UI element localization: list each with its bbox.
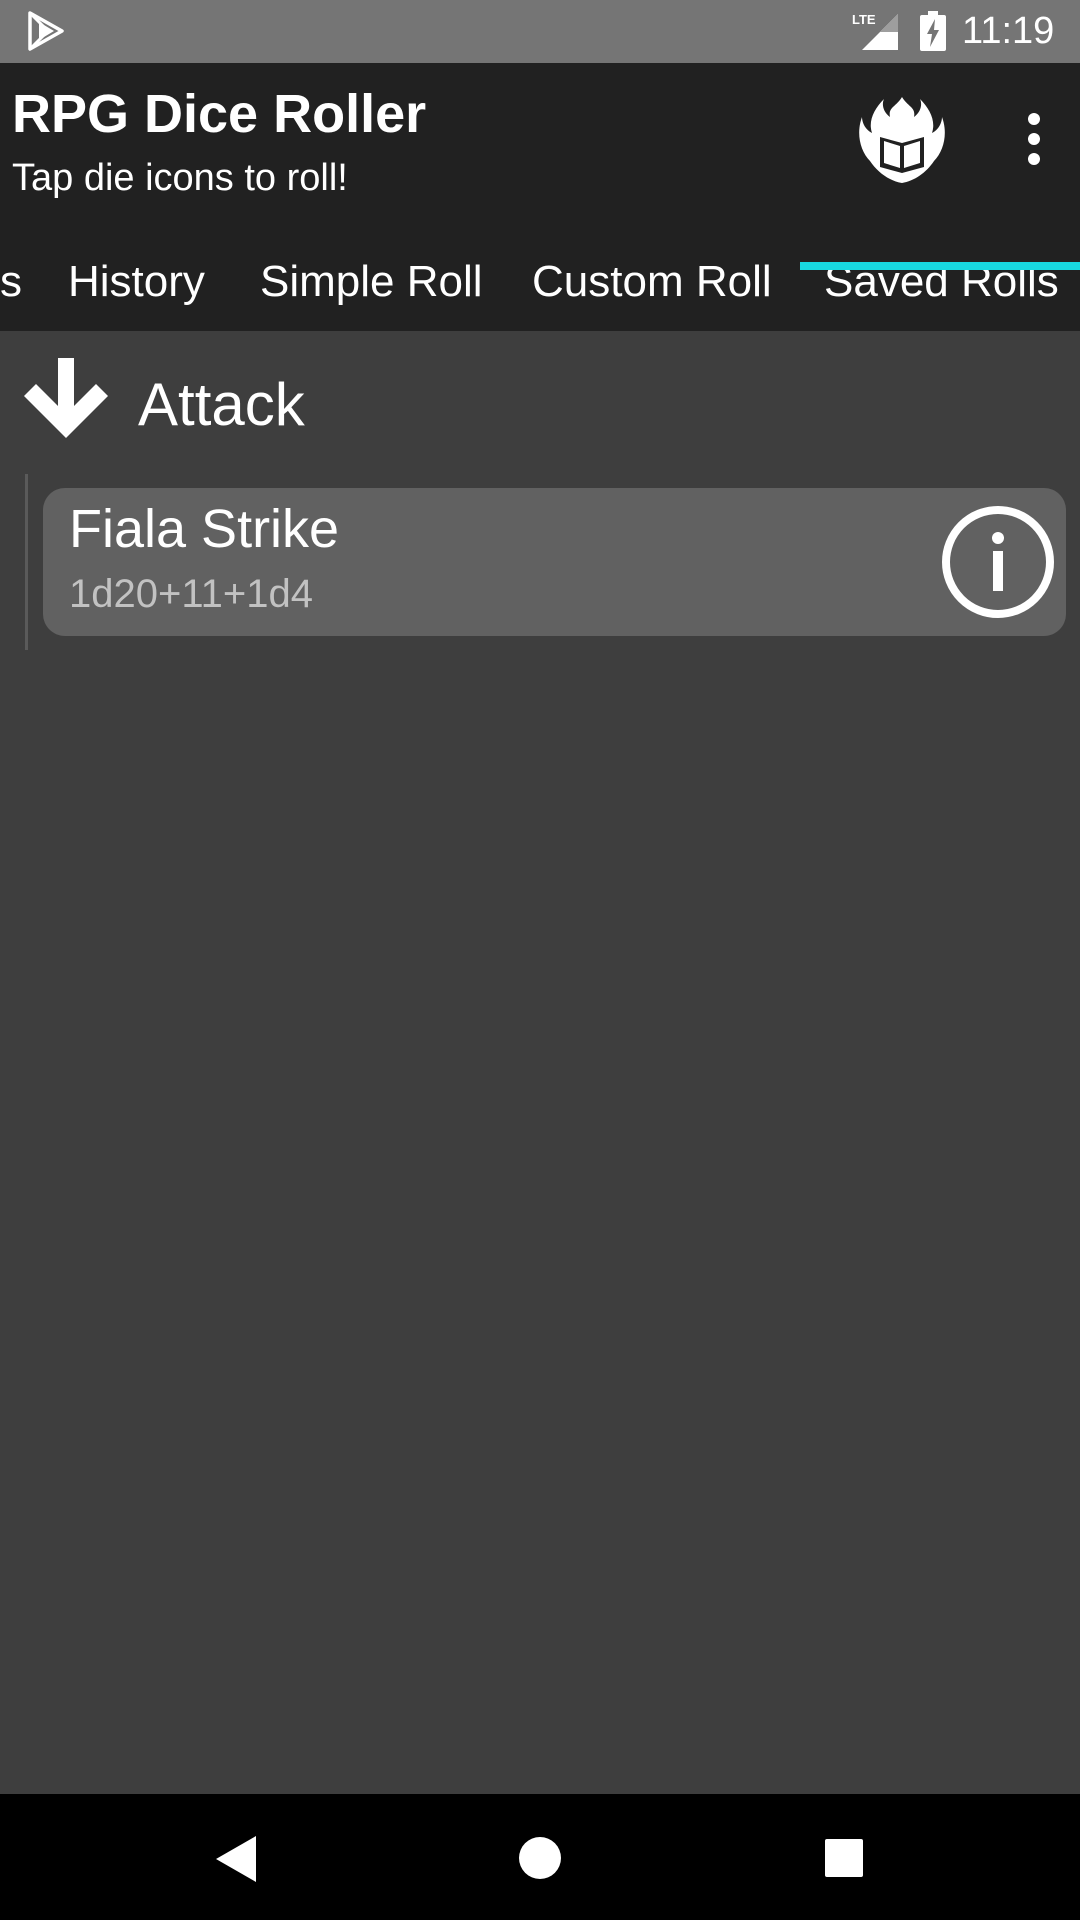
home-icon[interactable] xyxy=(518,1836,562,1880)
tab-partial[interactable]: s xyxy=(0,233,22,331)
tab-history[interactable]: History xyxy=(68,233,205,331)
arrow-down-icon[interactable] xyxy=(20,356,112,448)
status-bar: LTE 11:19 xyxy=(0,0,1080,63)
info-icon[interactable] xyxy=(940,504,1056,620)
battery-charging-icon xyxy=(920,11,946,51)
tab-bar: s History Simple Roll Custom Roll Saved … xyxy=(0,233,1080,331)
system-nav-bar xyxy=(0,1794,1080,1920)
play-store-icon xyxy=(28,11,64,51)
tab-selected-indicator xyxy=(800,262,1080,270)
app-bar: RPG Dice Roller Tap die icons to roll! s… xyxy=(0,63,1080,331)
back-icon[interactable] xyxy=(212,1834,258,1884)
tab-simple-roll[interactable]: Simple Roll xyxy=(260,233,483,331)
group-header-attack[interactable]: Attack xyxy=(0,350,1080,460)
lte-signal-icon: LTE xyxy=(852,12,898,50)
svg-text:LTE: LTE xyxy=(852,12,876,27)
flaming-book-logo-icon[interactable] xyxy=(856,93,948,185)
saved-roll-formula: 1d20+11+1d4 xyxy=(69,572,313,616)
overflow-menu-icon[interactable] xyxy=(1012,111,1056,167)
tab-custom-roll[interactable]: Custom Roll xyxy=(532,233,772,331)
saved-roll-name: Fiala Strike xyxy=(69,499,340,559)
recents-icon[interactable] xyxy=(824,1838,864,1878)
tab-saved-rolls[interactable]: Saved Rolls xyxy=(824,233,1059,331)
saved-roll-card[interactable]: Fiala Strike 1d20+11+1d4 xyxy=(43,488,1066,636)
app-subtitle: Tap die icons to roll! xyxy=(12,157,348,199)
status-clock: 11:19 xyxy=(962,10,1055,52)
group-label: Attack xyxy=(138,371,305,438)
app-title: RPG Dice Roller xyxy=(12,84,427,144)
group-tree-line xyxy=(25,474,28,650)
